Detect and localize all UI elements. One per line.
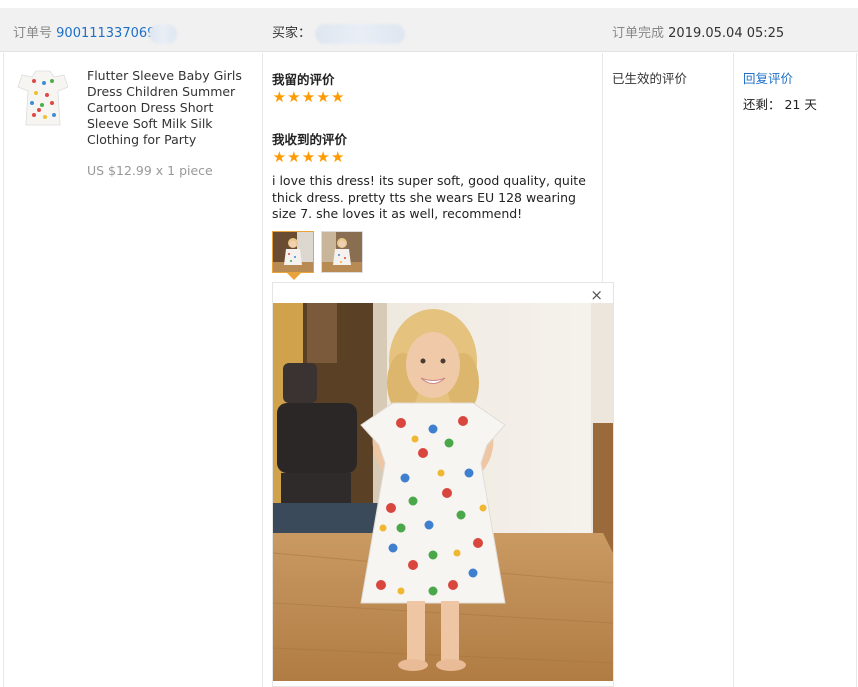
review-status: 已生效的评价 — [612, 71, 688, 86]
star-icon: ★ — [287, 88, 301, 106]
star-icon: ★ — [316, 148, 330, 166]
order-header: 订单号 900111337069 买家： 订单完成 2019.05.04 05:… — [0, 8, 858, 52]
order-number-link[interactable]: 900111337069 — [56, 26, 155, 41]
order-row: Flutter Sleeve Baby Girls Dress Children… — [0, 53, 858, 687]
buyer-name-redacted — [315, 23, 406, 44]
photo-preview-panel: × — [272, 282, 614, 687]
product-title-link[interactable]: Flutter Sleeve Baby Girls Dress Children… — [87, 68, 247, 148]
column-divider — [3, 53, 4, 687]
product-price: US $12.99 x 1 piece — [87, 163, 213, 178]
close-icon[interactable]: × — [590, 286, 603, 304]
order-number-label: 订单号 — [13, 26, 53, 41]
review-photo-thumb-1[interactable] — [272, 231, 314, 273]
column-divider — [856, 53, 857, 687]
product-thumbnail[interactable] — [14, 67, 72, 129]
star-icon: ★ — [287, 148, 301, 166]
buyer-label: 买家： — [272, 26, 312, 41]
star-icon: ★ — [301, 88, 316, 106]
star-icon: ★ — [272, 88, 287, 106]
star-icon: ★ — [272, 148, 287, 166]
my-review-stars: ★ ★ ★ ★ ★ — [272, 88, 345, 106]
star-icon: ★ — [301, 148, 316, 166]
received-review-stars: ★ ★ ★ ★ ★ — [272, 148, 345, 166]
reply-review-link[interactable]: 回复评价 — [743, 68, 793, 87]
star-icon: ★ — [330, 148, 345, 166]
review-photo-large — [273, 303, 613, 681]
my-review-label: 我留的评价 — [272, 72, 335, 87]
order-number-field: 订单号 900111337069 — [13, 22, 178, 44]
buyer-field: 买家： — [272, 22, 406, 44]
column-divider — [733, 53, 734, 687]
received-review-label: 我收到的评价 — [272, 132, 348, 147]
completion-label: 订单完成 — [612, 26, 665, 41]
column-divider — [262, 53, 263, 687]
completion-time: 2019.05.04 05:25 — [668, 26, 785, 41]
review-text: i love this dress! its super soft, good … — [272, 173, 586, 221]
redacted-blur — [149, 23, 178, 44]
star-icon: ★ — [330, 88, 345, 106]
completion-field: 订单完成 2019.05.04 05:25 — [612, 22, 784, 41]
review-photo-thumb-2[interactable] — [321, 231, 363, 273]
active-thumb-caret — [287, 273, 301, 280]
remaining-days: 还剩： 21 天 — [743, 97, 817, 112]
star-icon: ★ — [316, 88, 330, 106]
